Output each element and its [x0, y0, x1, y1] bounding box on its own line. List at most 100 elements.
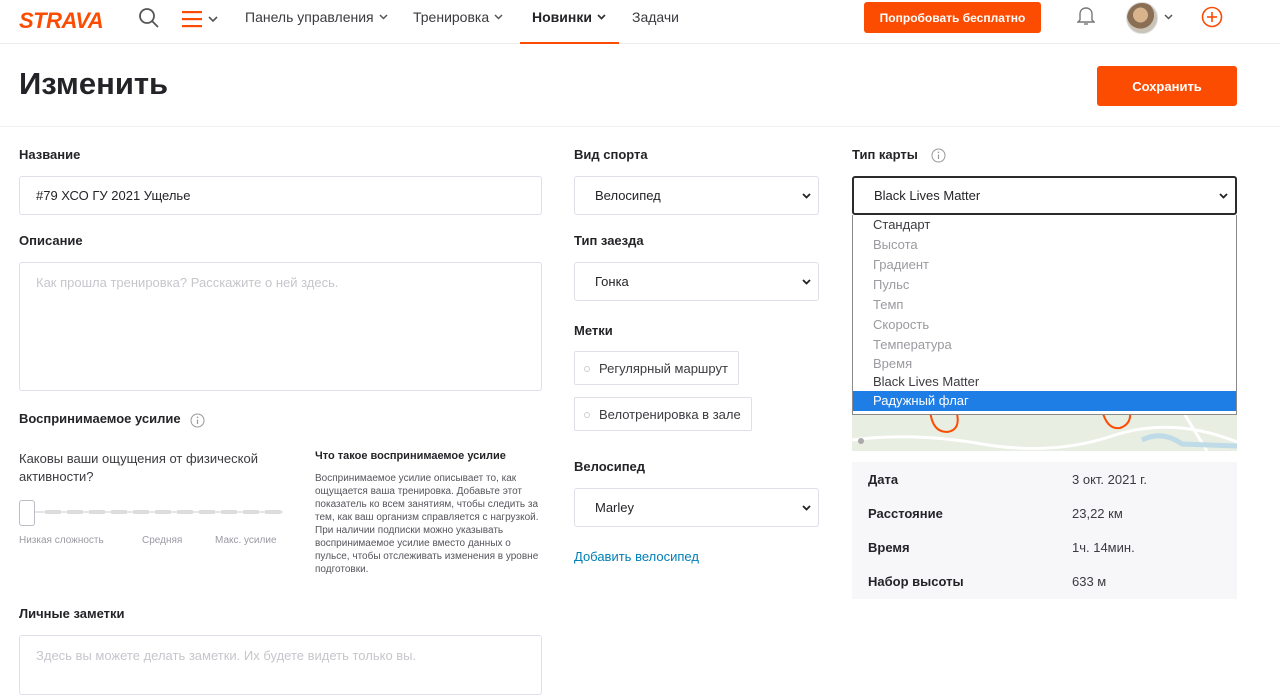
map-type-dropdown: Стандарт Высота Градиент Пульс Темп Скор…: [852, 215, 1237, 415]
description-field[interactable]: Как прошла тренировка? Расскажите о ней …: [19, 262, 542, 391]
scale-label-mid: Средняя: [142, 535, 183, 546]
private-notes-label: Личные заметки: [19, 606, 125, 621]
name-field[interactable]: #79 ХСО ГУ 2021 Ущелье: [19, 176, 542, 215]
tag-commute[interactable]: Регулярный маршрут: [574, 351, 739, 385]
description-placeholder: Как прошла тренировка? Расскажите о ней …: [36, 275, 339, 290]
dropdown-option[interactable]: Темп: [853, 295, 1236, 315]
nav-whats-new-label: Новинки: [532, 9, 592, 25]
nav-challenges-label: Задачи: [632, 9, 680, 25]
search-icon[interactable]: [138, 7, 160, 29]
info-icon[interactable]: [190, 413, 205, 428]
name-label: Название: [19, 147, 81, 162]
strava-logo[interactable]: STRAVA: [19, 8, 104, 34]
name-value: #79 ХСО ГУ 2021 Ущелье: [36, 188, 191, 203]
perceived-exertion-slider-track[interactable]: [19, 510, 283, 514]
stat-value: 23,22 км: [1072, 506, 1123, 521]
stat-label: Дата: [868, 472, 899, 487]
perceived-exertion-info-text: Воспринимаемое усилие описывает то, как …: [315, 473, 539, 575]
dropdown-option[interactable]: Стандарт: [853, 215, 1236, 235]
ride-type-value: Гонка: [595, 274, 629, 289]
tags-label: Метки: [574, 323, 613, 338]
slider-tick: [89, 510, 105, 514]
stat-value: 3 окт. 2021 г.: [1072, 472, 1147, 487]
map-route: [852, 410, 1237, 451]
description-label: Описание: [19, 233, 83, 248]
bike-value: Marley: [595, 500, 635, 515]
avatar[interactable]: [1126, 2, 1158, 34]
chevron-down-icon: [379, 14, 388, 20]
nav-training-label: Тренировка: [413, 9, 490, 25]
slider-tick: [155, 510, 171, 514]
try-free-button[interactable]: Попробовать бесплатно: [864, 2, 1041, 33]
chevron-down-icon[interactable]: [1164, 14, 1173, 20]
chevron-down-icon: [597, 14, 606, 20]
chevron-down-icon: [1219, 192, 1228, 199]
perceived-exertion-info-title: Что такое воспринимаемое усилие: [315, 450, 506, 462]
divider: [0, 126, 1280, 127]
dropdown-option-highlighted[interactable]: Радужный флаг: [853, 391, 1236, 411]
ride-type-select[interactable]: Гонка: [574, 262, 819, 301]
tag-hole-icon: [584, 366, 590, 372]
tag-indoor[interactable]: Велотренировка в зале: [574, 397, 752, 431]
ride-type-label: Тип заезда: [574, 233, 644, 248]
tag-label: Велотренировка в зале: [599, 406, 741, 422]
page-title: Изменить: [19, 66, 169, 101]
slider-tick: [199, 510, 215, 514]
slider-tick: [265, 510, 281, 514]
tag-label: Регулярный маршрут: [599, 360, 728, 376]
dropdown-option[interactable]: Высота: [853, 235, 1236, 255]
slider-tick: [111, 510, 127, 514]
sport-label: Вид спорта: [574, 147, 648, 162]
top-navigation: STRAVA Панель управления Тренировка Нови…: [0, 0, 1280, 44]
nav-dashboard-label: Панель управления: [245, 9, 374, 25]
chevron-down-icon: [494, 14, 503, 20]
nav-challenges[interactable]: Задачи: [632, 9, 679, 25]
stat-label: Время: [868, 540, 910, 555]
dropdown-option[interactable]: Температура: [853, 335, 1236, 355]
add-circle-icon[interactable]: [1201, 6, 1223, 28]
stat-value: 1ч. 14мин.: [1072, 540, 1135, 555]
slider-tick: [133, 510, 149, 514]
perceived-exertion-label: Воспринимаемое усилие: [19, 411, 181, 426]
chevron-down-icon: [802, 504, 811, 511]
slider-tick: [243, 510, 259, 514]
sport-select[interactable]: Велосипед: [574, 176, 819, 215]
bike-label: Велосипед: [574, 459, 646, 474]
active-tab-indicator: [520, 42, 619, 44]
dropdown-option[interactable]: Пульс: [853, 275, 1236, 295]
perceived-exertion-slider-handle[interactable]: [19, 500, 35, 526]
stat-value: 633 м: [1072, 574, 1107, 589]
save-button[interactable]: Сохранить: [1097, 66, 1237, 106]
dropdown-option-selected[interactable]: Black Lives Matter: [853, 373, 1236, 391]
scale-label-low: Низкая сложность: [19, 535, 104, 546]
stat-label: Набор высоты: [868, 574, 964, 589]
nav-dashboard[interactable]: Панель управления: [245, 9, 388, 25]
slider-tick: [45, 510, 61, 514]
bike-select[interactable]: Marley: [574, 488, 819, 527]
activity-map[interactable]: [852, 410, 1237, 451]
hamburger-icon[interactable]: [182, 10, 222, 28]
private-notes-field[interactable]: Здесь вы можете делать заметки. Их будет…: [19, 635, 542, 695]
map-type-value: Black Lives Matter: [874, 188, 981, 203]
map-type-label: Тип карты: [852, 147, 918, 162]
sport-value: Велосипед: [595, 188, 661, 203]
nav-training[interactable]: Тренировка: [413, 9, 503, 25]
slider-tick: [177, 510, 193, 514]
info-icon[interactable]: [931, 148, 946, 163]
nav-whats-new[interactable]: Новинки: [532, 9, 606, 25]
slider-tick: [221, 510, 237, 514]
bell-icon[interactable]: [1077, 6, 1095, 26]
private-notes-placeholder: Здесь вы можете делать заметки. Их будет…: [36, 648, 417, 663]
perceived-exertion-question: Каковы ваши ощущения от физической актив…: [19, 451, 258, 484]
add-bike-link[interactable]: Добавить велосипед: [574, 549, 699, 564]
activity-stats: Дата 3 окт. 2021 г. Расстояние 23,22 км …: [852, 462, 1237, 599]
stat-label: Расстояние: [868, 506, 943, 521]
dropdown-option[interactable]: Время: [853, 355, 1236, 373]
map-type-select[interactable]: Black Lives Matter: [852, 176, 1237, 215]
tag-hole-icon: [584, 412, 590, 418]
dropdown-option[interactable]: Градиент: [853, 255, 1236, 275]
chevron-down-icon: [802, 278, 811, 285]
dropdown-option[interactable]: Скорость: [853, 315, 1236, 335]
chevron-down-icon: [802, 192, 811, 199]
scale-label-max: Макс. усилие: [215, 535, 277, 546]
